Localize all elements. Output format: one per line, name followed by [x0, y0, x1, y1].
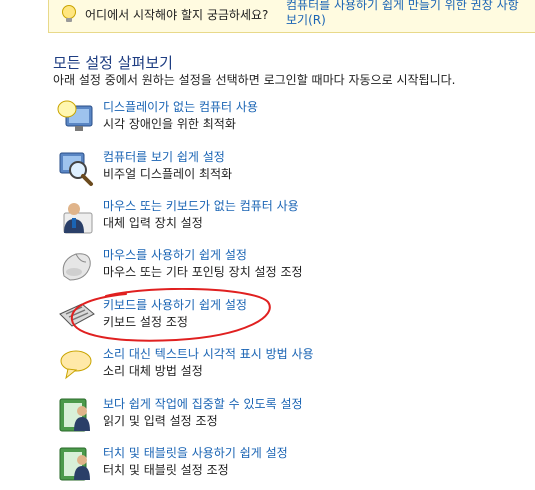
setting-link[interactable]: 컴퓨터를 보기 쉽게 설정 — [103, 148, 225, 165]
setting-subtitle: 키보드 설정 조정 — [103, 315, 188, 329]
setting-item-mouse[interactable]: 마우스를 사용하기 쉽게 설정 마우스 또는 기타 포인팅 장치 설정 조정 — [56, 246, 526, 292]
tip-bar: 어디에서 시작해야 할지 궁금하세요? 컴퓨터를 사용하기 쉽게 만들기 위한 … — [48, 0, 535, 33]
setting-subtitle: 소리 대체 방법 설정 — [103, 364, 203, 378]
tip-question: 어디에서 시작해야 할지 궁금하세요? — [85, 8, 269, 22]
setting-item-easier-to-see[interactable]: 컴퓨터를 보기 쉽게 설정 비주얼 디스플레이 최적화 — [56, 148, 526, 194]
setting-item-no-display[interactable]: 디스플레이가 없는 컴퓨터 사용 시각 장애인을 위한 최적화 — [56, 98, 526, 144]
lightbulb-icon — [60, 4, 78, 24]
recommendations-link[interactable]: 컴퓨터를 사용하기 쉽게 만들기 위한 권장 사항 보기(R) — [286, 0, 535, 28]
keyboard-icon — [56, 296, 96, 336]
setting-item-keyboard[interactable]: 키보드를 사용하기 쉽게 설정 키보드 설정 조정 — [56, 296, 526, 342]
tablet-user-icon — [56, 444, 96, 484]
setting-link[interactable]: 키보드를 사용하기 쉽게 설정 — [103, 296, 247, 313]
setting-link[interactable]: 마우스를 사용하기 쉽게 설정 — [103, 246, 247, 263]
monitor-magnifier-icon — [56, 98, 96, 138]
mouse-icon — [56, 246, 96, 286]
setting-item-sound-alternatives[interactable]: 소리 대신 텍스트나 시각적 표시 방법 사용 소리 대체 방법 설정 — [56, 345, 526, 391]
speech-bubble-icon — [56, 345, 96, 385]
setting-link[interactable]: 보다 쉽게 작업에 집중할 수 있도록 설정 — [103, 395, 303, 412]
magnifier-icon — [56, 148, 96, 188]
setting-subtitle: 시각 장애인을 위한 최적화 — [103, 117, 236, 131]
section-description: 아래 설정 중에서 원하는 설정을 선택하면 로그인할 때마다 자동으로 시작됩… — [53, 73, 456, 87]
setting-item-no-mouse-keyboard[interactable]: 마우스 또는 키보드가 없는 컴퓨터 사용 대체 입력 장치 설정 — [56, 197, 526, 243]
setting-subtitle: 대체 입력 장치 설정 — [103, 216, 203, 230]
setting-item-touch-tablet[interactable]: 터치 및 태블릿을 사용하기 쉽게 설정 터치 및 태블릿 설정 조정 — [56, 444, 526, 490]
setting-link[interactable]: 터치 및 태블릿을 사용하기 쉽게 설정 — [103, 444, 288, 461]
page-title: 모든 설정 살펴보기 — [53, 54, 173, 72]
setting-link[interactable]: 마우스 또는 키보드가 없는 컴퓨터 사용 — [103, 197, 299, 214]
setting-link[interactable]: 소리 대신 텍스트나 시각적 표시 방법 사용 — [103, 345, 314, 362]
reading-user-icon — [56, 395, 96, 435]
setting-subtitle: 비주얼 디스플레이 최적화 — [103, 167, 233, 181]
setting-subtitle: 읽기 및 입력 설정 조정 — [103, 414, 218, 428]
setting-link[interactable]: 디스플레이가 없는 컴퓨터 사용 — [103, 98, 258, 115]
user-icon — [56, 197, 96, 237]
recommendations-link-line2[interactable]: 보기(R) — [286, 13, 535, 28]
recommendations-link-line1[interactable]: 컴퓨터를 사용하기 쉽게 만들기 위한 권장 사항 — [286, 0, 535, 13]
setting-subtitle: 마우스 또는 기타 포인팅 장치 설정 조정 — [103, 265, 303, 279]
setting-subtitle: 터치 및 태블릿 설정 조정 — [103, 463, 229, 477]
setting-item-focus[interactable]: 보다 쉽게 작업에 집중할 수 있도록 설정 읽기 및 입력 설정 조정 — [56, 395, 526, 441]
